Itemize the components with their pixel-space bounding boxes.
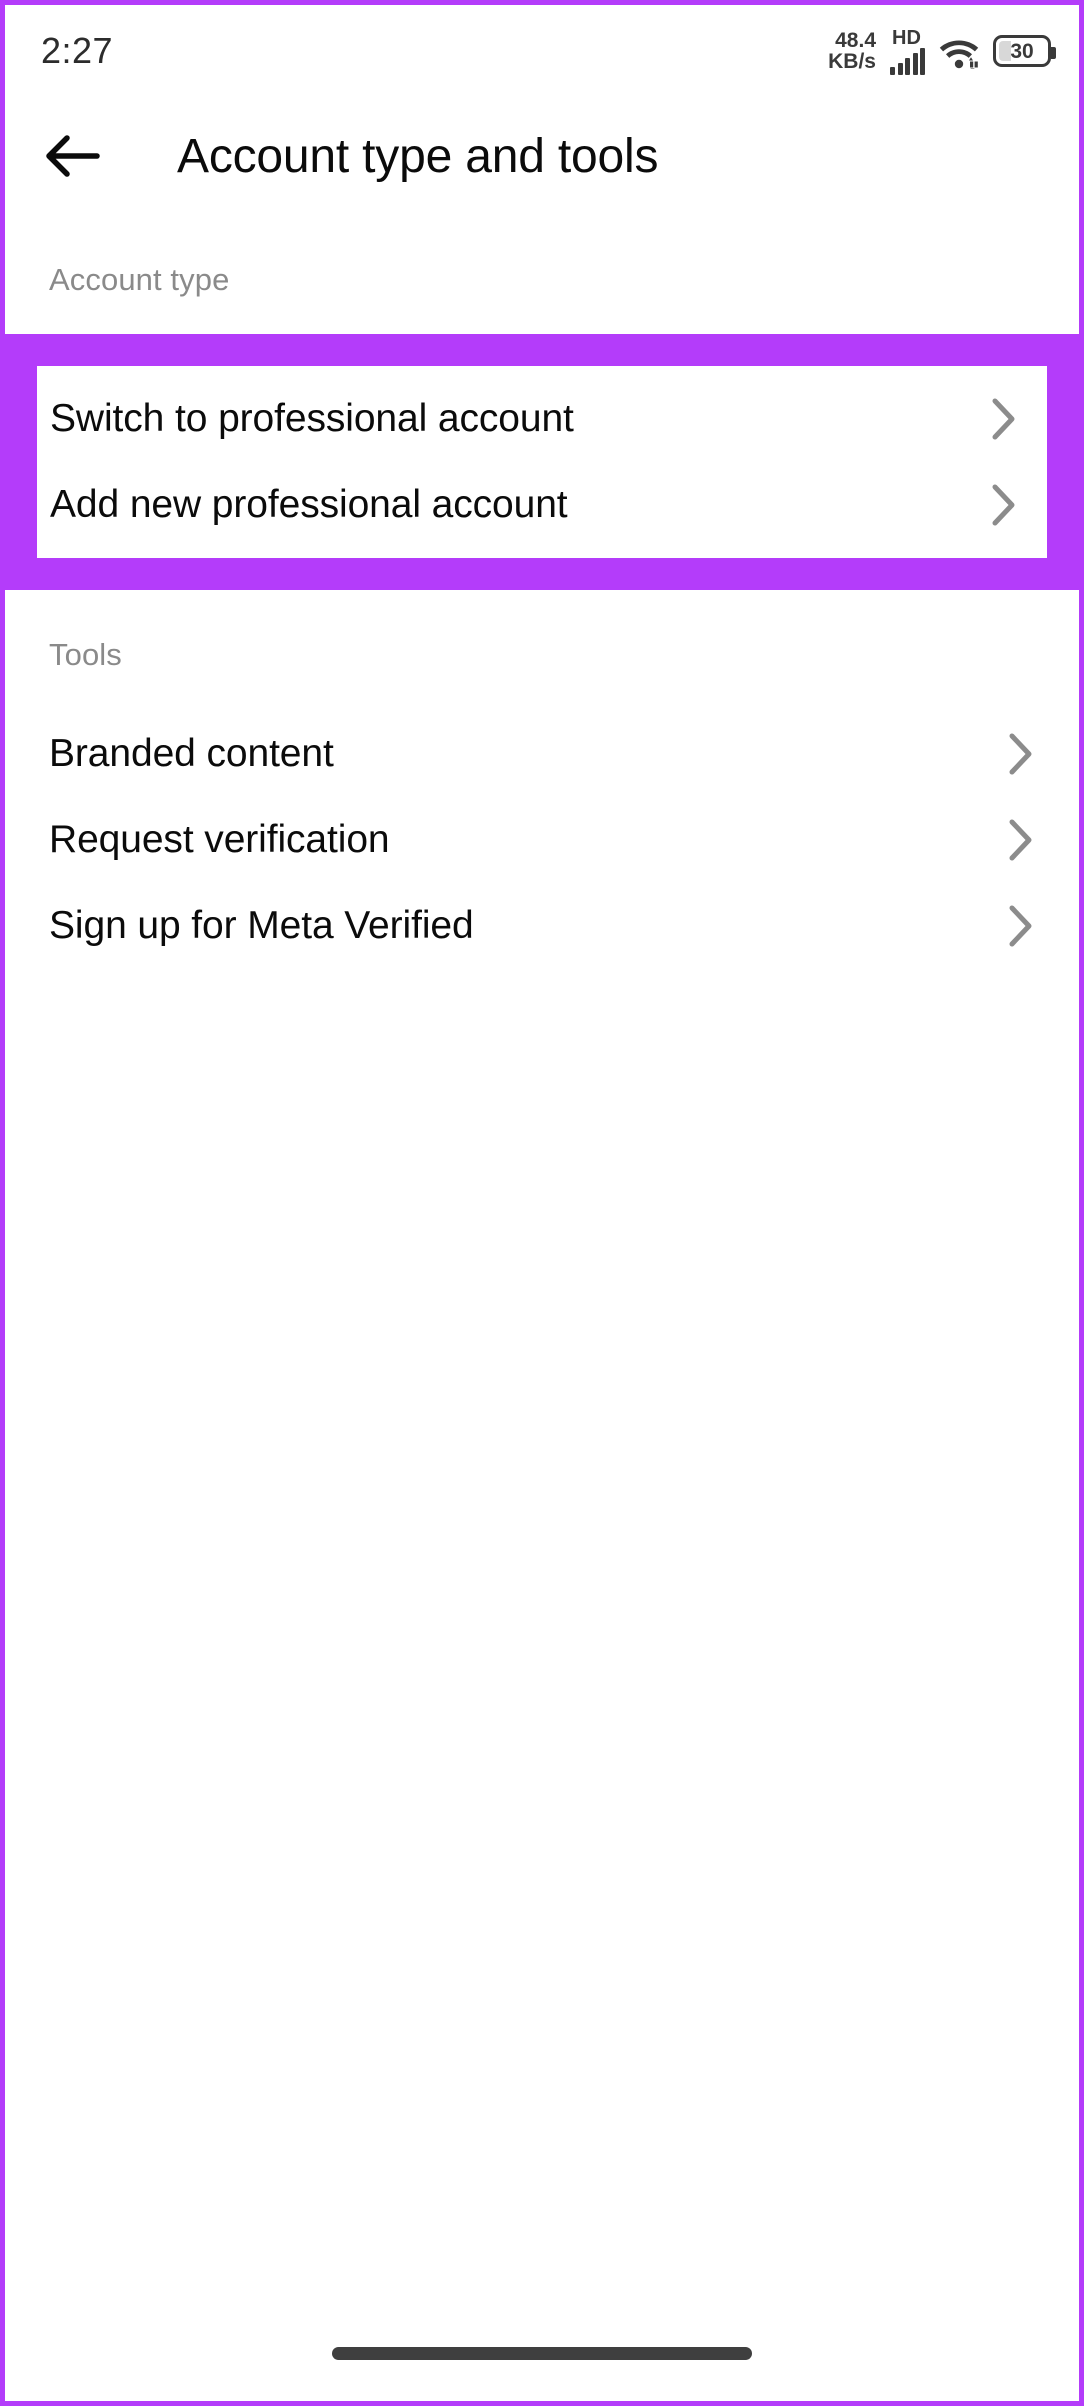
list-item-label: Branded content <box>49 732 334 775</box>
status-bar: 2:27 48.4 KB/s HD 30 <box>5 5 1079 97</box>
battery-icon: 30 <box>993 35 1056 67</box>
chevron-right-icon <box>990 396 1018 442</box>
list-item-request-verification[interactable]: Request verification <box>49 797 1035 883</box>
list-item-branded-content[interactable]: Branded content <box>49 711 1035 797</box>
page-title: Account type and tools <box>177 129 659 183</box>
status-icons: 48.4 KB/s HD 30 <box>828 27 1056 75</box>
chevron-right-icon <box>1007 731 1035 777</box>
battery-level-text: 30 <box>1010 39 1034 63</box>
section-header-account-type: Account type <box>49 262 230 297</box>
account-type-card: Switch to professional account Add new p… <box>37 366 1047 558</box>
signal-bars-icon: HD <box>889 27 925 75</box>
chevron-right-icon <box>1007 817 1035 863</box>
list-item-label: Request verification <box>49 818 390 861</box>
navigation-bar <box>5 2305 1079 2401</box>
list-item-switch-to-professional-account[interactable]: Switch to professional account <box>37 376 1047 462</box>
home-gesture-bar[interactable] <box>332 2346 752 2360</box>
chevron-right-icon <box>990 482 1018 528</box>
page-header: Account type and tools <box>5 97 1079 215</box>
battery-fill <box>999 41 1011 61</box>
phone-screen: 2:27 48.4 KB/s HD 30 Account type and to… <box>0 0 1084 2406</box>
wifi-icon <box>938 33 980 72</box>
network-speed-value: 48.4 <box>835 29 876 52</box>
account-type-highlight-box: Switch to professional account Add new p… <box>5 334 1079 590</box>
network-speed-indicator: 48.4 KB/s <box>828 30 876 72</box>
hd-label: HD <box>892 27 921 49</box>
status-time: 2:27 <box>41 30 114 71</box>
section-header-tools: Tools <box>49 637 122 672</box>
signal-bars-glyph <box>890 48 925 75</box>
list-item-label: Add new professional account <box>50 483 568 526</box>
chevron-right-icon <box>1007 903 1035 949</box>
list-item-label: Sign up for Meta Verified <box>49 904 474 947</box>
back-arrow-icon[interactable] <box>41 124 105 188</box>
list-item-add-new-professional-account[interactable]: Add new professional account <box>37 462 1047 548</box>
network-speed-unit: KB/s <box>828 50 876 73</box>
list-item-label: Switch to professional account <box>50 397 574 440</box>
list-item-sign-up-for-meta-verified[interactable]: Sign up for Meta Verified <box>49 883 1035 969</box>
tools-list: Branded content Request verification Sig… <box>5 711 1079 969</box>
